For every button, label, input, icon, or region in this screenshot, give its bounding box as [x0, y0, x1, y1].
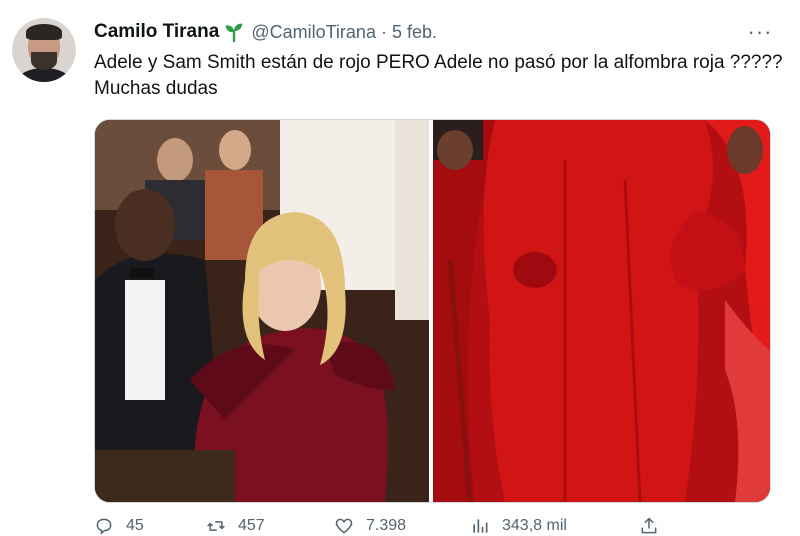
- views-icon: [473, 519, 488, 533]
- views-button[interactable]: 343,8 mil: [470, 516, 567, 536]
- tweet-text: Adele y Sam Smith están de rojo PERO Ade…: [94, 52, 783, 99]
- tweet-header: Camilo Tirana @CamiloTirana · 5 feb.: [94, 20, 437, 44]
- retweet-icon: [207, 521, 225, 531]
- tweet-media[interactable]: [94, 119, 771, 503]
- views-count: 343,8 mil: [502, 517, 567, 534]
- like-count: 7.398: [366, 517, 407, 534]
- sprout-icon: [223, 21, 245, 43]
- media-photo-right[interactable]: [433, 120, 770, 502]
- more-icon[interactable]: ···: [745, 21, 775, 43]
- like-icon: [335, 518, 353, 534]
- like-button[interactable]: 7.398: [334, 516, 406, 536]
- share-icon: [641, 517, 657, 534]
- tweet-actions: 45 457 7.398 343,8 mil: [94, 516, 774, 536]
- tweet[interactable]: Camilo Tirana @CamiloTirana · 5 feb. ···…: [0, 0, 800, 536]
- separator-dot: ·: [380, 21, 387, 42]
- reply-count: 45: [126, 517, 144, 534]
- reply-button[interactable]: 45: [94, 516, 144, 536]
- tweet-date[interactable]: 5 feb.: [392, 22, 437, 43]
- media-photo-left[interactable]: [95, 120, 430, 502]
- author-name[interactable]: Camilo Tirana: [94, 21, 219, 43]
- retweet-button[interactable]: 457: [206, 516, 265, 536]
- reply-icon: [96, 518, 112, 535]
- retweet-count: 457: [238, 517, 265, 534]
- share-button[interactable]: [639, 516, 671, 536]
- avatar[interactable]: [12, 18, 76, 82]
- author-handle[interactable]: @CamiloTirana: [251, 22, 376, 43]
